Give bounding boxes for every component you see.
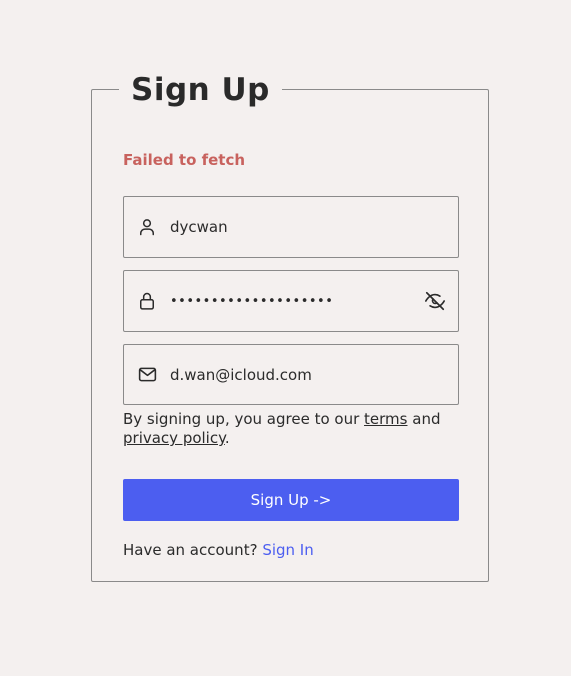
sign-in-prompt: Have an account? Sign In bbox=[123, 540, 314, 560]
password-input[interactable] bbox=[170, 289, 423, 313]
legal-prefix: By signing up, you agree to our bbox=[123, 410, 365, 428]
email-input[interactable] bbox=[170, 362, 458, 387]
terms-link[interactable]: terms bbox=[364, 410, 407, 428]
lock-icon bbox=[136, 290, 158, 312]
user-icon bbox=[136, 216, 158, 238]
error-message: Failed to fetch bbox=[123, 151, 246, 169]
have-account-text: Have an account? bbox=[123, 541, 263, 559]
mail-icon bbox=[136, 364, 158, 386]
eye-off-icon[interactable] bbox=[423, 289, 447, 313]
email-field[interactable] bbox=[123, 344, 459, 405]
password-field[interactable] bbox=[123, 270, 459, 332]
username-field[interactable] bbox=[123, 196, 459, 258]
sign-in-link[interactable]: Sign In bbox=[262, 541, 313, 559]
username-input[interactable] bbox=[170, 215, 458, 239]
legal-suffix: . bbox=[224, 429, 230, 447]
legal-text: By signing up, you agree to our terms an… bbox=[123, 410, 459, 448]
sign-up-button[interactable]: Sign Up -> bbox=[123, 479, 459, 521]
legal-middle: and bbox=[407, 410, 441, 428]
page-title: Sign Up bbox=[119, 68, 282, 112]
privacy-policy-link[interactable]: privacy policy bbox=[123, 429, 225, 447]
